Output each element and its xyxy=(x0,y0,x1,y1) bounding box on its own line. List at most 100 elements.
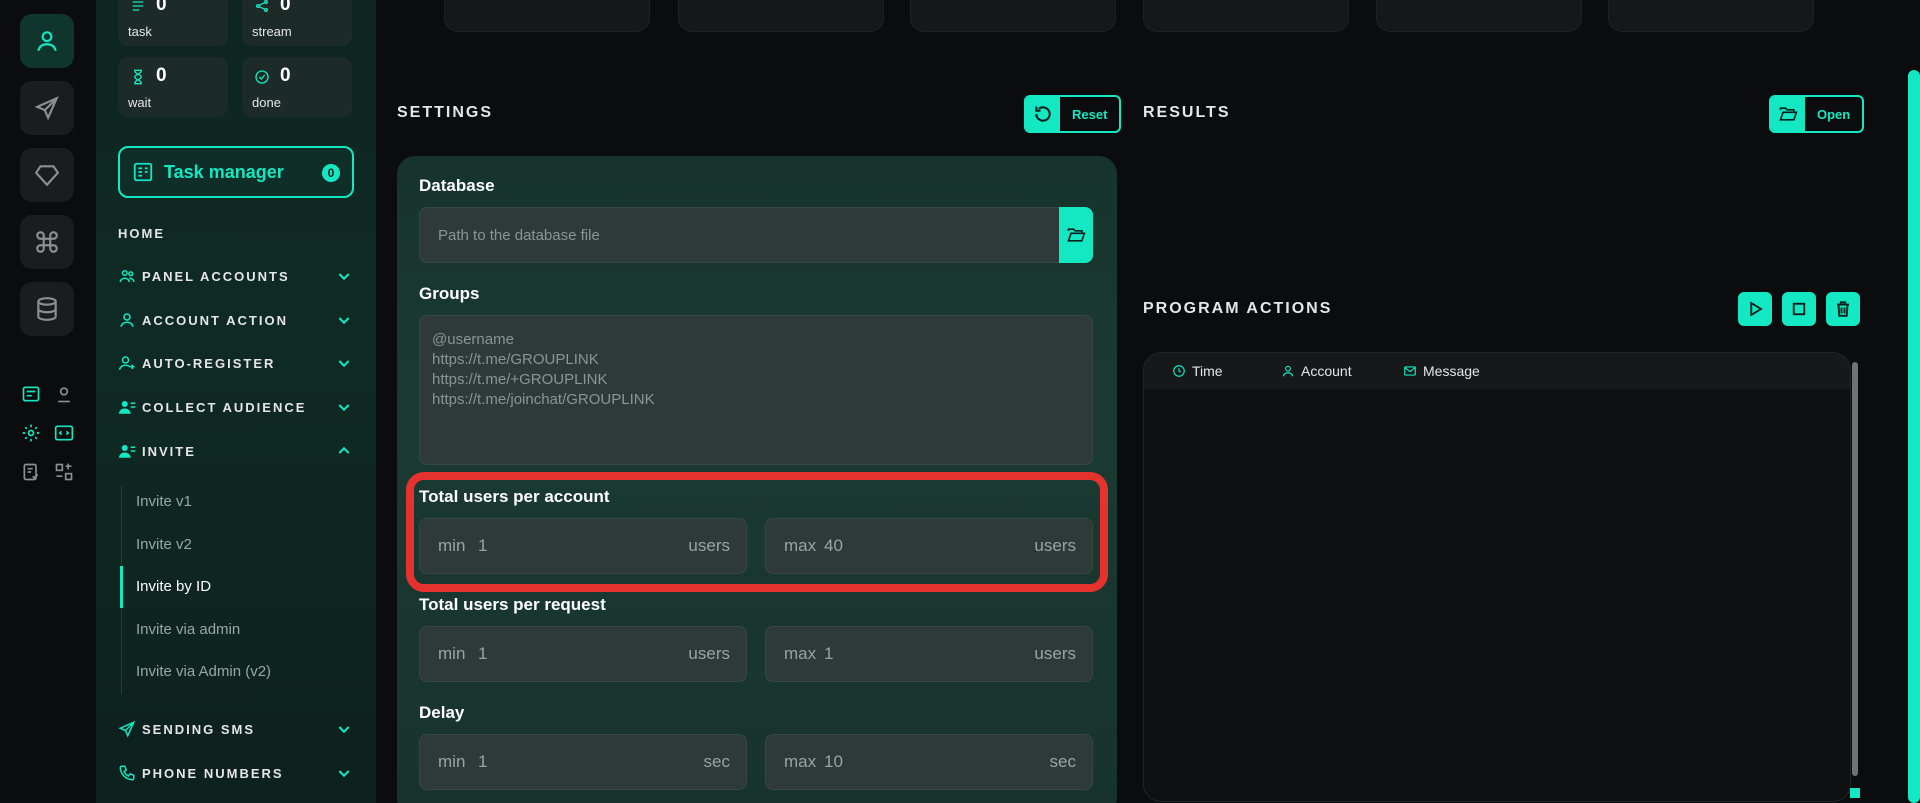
open-results-button[interactable]: Open xyxy=(1769,95,1865,133)
stat-wait-label: wait xyxy=(128,95,152,110)
chevron-down-icon[interactable] xyxy=(336,721,352,737)
database-browse-button[interactable] xyxy=(1059,207,1093,263)
rail-send-button[interactable] xyxy=(20,81,74,135)
reset-button[interactable]: Reset xyxy=(1024,95,1122,133)
database-label: Database xyxy=(419,176,495,195)
nav-invite-v1[interactable]: Invite v1 xyxy=(136,493,192,510)
rail-database-button[interactable] xyxy=(20,282,74,336)
chevron-down-icon[interactable] xyxy=(336,765,352,781)
settings-title: SETTINGS xyxy=(397,104,494,121)
rail-diamond-button[interactable] xyxy=(20,148,74,202)
nav-panel-accounts-label: PANEL ACCOUNTS xyxy=(142,268,290,284)
chevron-down-icon[interactable] xyxy=(336,355,352,371)
top-card[interactable] xyxy=(444,0,650,32)
chevron-down-icon[interactable] xyxy=(336,312,352,328)
log-column-account-label: Account xyxy=(1301,363,1352,379)
task-manager-button[interactable]: Task manager 0 xyxy=(118,146,354,198)
clear-log-button[interactable] xyxy=(1826,292,1860,326)
rail-list-settings-icon[interactable] xyxy=(20,383,42,405)
nav-collect-audience[interactable]: COLLECT AUDIENCE xyxy=(118,398,306,416)
stat-wait: 0 wait xyxy=(118,57,228,117)
top-card[interactable] xyxy=(1143,0,1349,32)
stat-done-label: done xyxy=(252,95,281,110)
program-actions-log[interactable]: Time Account Message xyxy=(1143,352,1851,802)
page-scrollbar[interactable] xyxy=(1908,70,1920,803)
chevron-up-icon[interactable] xyxy=(336,443,352,459)
total-users-request-max-input[interactable]: max 1 users xyxy=(765,626,1093,682)
groups-textarea[interactable]: @username https://t.me/GROUPLINK https:/… xyxy=(419,315,1093,465)
nav-auto-register[interactable]: AUTO-REGISTER xyxy=(118,354,275,372)
user-plus-icon xyxy=(118,356,135,370)
stop-button[interactable] xyxy=(1782,292,1816,326)
nav-invite-v2[interactable]: Invite v2 xyxy=(136,536,192,553)
user-icon xyxy=(1282,365,1294,377)
play-icon xyxy=(1750,301,1763,317)
top-card[interactable] xyxy=(1608,0,1814,32)
rail-code-icon[interactable] xyxy=(53,422,75,444)
stop-icon xyxy=(1792,302,1806,316)
delay-min-input[interactable]: min 1 sec xyxy=(419,734,747,790)
database-input[interactable]: Path to the database file xyxy=(419,207,1093,263)
log-column-time-label: Time xyxy=(1192,363,1223,379)
rail-checklist-icon[interactable] xyxy=(20,461,42,483)
log-column-account[interactable]: Account xyxy=(1281,363,1352,379)
paper-plane-icon xyxy=(34,96,59,121)
nav-collect-audience-label: COLLECT AUDIENCE xyxy=(142,399,307,415)
top-card[interactable] xyxy=(910,0,1116,32)
nav-invite-label: INVITE xyxy=(142,443,196,459)
diamond-icon xyxy=(34,165,60,187)
nav-sending-sms[interactable]: SENDING SMS xyxy=(118,720,255,738)
folder-open-icon xyxy=(1067,228,1086,242)
chevron-down-icon[interactable] xyxy=(336,399,352,415)
rail-gear-icon[interactable] xyxy=(20,422,42,444)
nav-invite[interactable]: INVITE xyxy=(118,442,196,460)
clock-icon xyxy=(1173,365,1185,377)
nav-invite-via-admin-v2[interactable]: Invite via Admin (v2) xyxy=(136,663,271,680)
stat-done-value: 0 xyxy=(280,65,291,86)
nav-phone-numbers[interactable]: PHONE NUMBERS xyxy=(118,764,284,782)
reset-label: Reset xyxy=(1072,106,1108,122)
nav-invite-by-id[interactable]: Invite by ID xyxy=(136,578,211,595)
total-users-request-label: Total users per request xyxy=(419,595,606,614)
log-column-message[interactable]: Message xyxy=(1403,363,1480,379)
stat-stream: 0 stream xyxy=(242,0,352,46)
nav-home[interactable]: HOME xyxy=(118,226,165,241)
total-users-request-min-input[interactable]: min 1 users xyxy=(419,626,747,682)
check-circle-icon xyxy=(255,70,269,84)
log-column-time[interactable]: Time xyxy=(1172,363,1223,379)
nav-panel-accounts[interactable]: PANEL ACCOUNTS xyxy=(118,267,290,285)
unit-suffix: users xyxy=(1034,644,1076,663)
log-scrollbar[interactable] xyxy=(1852,362,1858,776)
chevron-down-icon[interactable] xyxy=(336,268,352,284)
stat-task-label: task xyxy=(128,24,152,39)
nav-account-action[interactable]: ACCOUNT ACTION xyxy=(118,311,288,329)
max-value: 10 xyxy=(824,752,843,771)
share-icon xyxy=(256,0,268,12)
top-card[interactable] xyxy=(678,0,884,32)
submenu-active-indicator xyxy=(120,566,123,608)
stat-done: 0 done xyxy=(242,57,352,117)
stat-task: 0 task xyxy=(118,0,228,46)
trash-icon xyxy=(1837,301,1849,317)
delay-label: Delay xyxy=(419,703,465,722)
nav-invite-via-admin[interactable]: Invite via admin xyxy=(136,621,240,638)
min-value: 1 xyxy=(478,644,488,663)
groups-placeholder-line: https://t.me/GROUPLINK xyxy=(432,351,599,368)
stat-task-value: 0 xyxy=(156,0,167,15)
paper-plane-icon xyxy=(118,720,136,738)
user-list-icon xyxy=(118,445,136,458)
log-header: Time Account Message xyxy=(1144,353,1850,389)
rail-grid-icon[interactable] xyxy=(53,461,75,483)
delay-max-input[interactable]: max 10 sec xyxy=(765,734,1093,790)
play-button[interactable] xyxy=(1738,292,1772,326)
rail-command-button[interactable] xyxy=(20,215,74,269)
rail-user-button[interactable] xyxy=(20,14,74,68)
highlight-box xyxy=(406,472,1108,592)
hourglass-icon xyxy=(133,69,143,85)
stat-stream-label: stream xyxy=(252,24,292,39)
top-card[interactable] xyxy=(1376,0,1582,32)
nav-auto-register-label: AUTO-REGISTER xyxy=(142,355,276,371)
max-prefix: max xyxy=(784,752,817,771)
rail-location-icon[interactable] xyxy=(53,383,75,405)
resize-handle[interactable] xyxy=(1850,788,1860,798)
